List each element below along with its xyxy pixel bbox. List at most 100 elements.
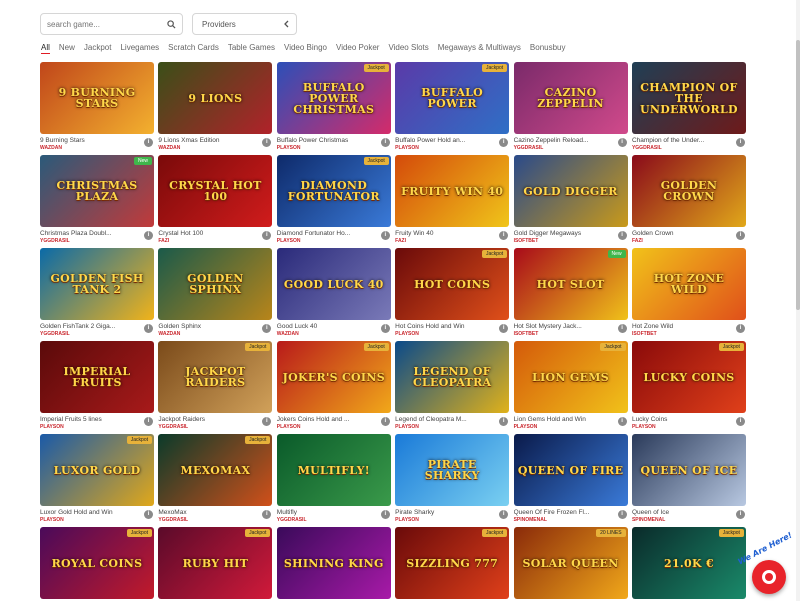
game-card[interactable]: Lion Gems Jackpot Lion Gems Hold and Win PL… <box>513 341 628 434</box>
game-card[interactable]: Buffalo Power Jackpot Buffalo Power Hold a… <box>395 62 510 155</box>
game-card[interactable]: 21.0k € Jackpot <box>631 527 746 601</box>
game-thumbnail[interactable]: Hot Coins Jackpot <box>395 248 510 320</box>
search-icon[interactable] <box>167 19 176 29</box>
game-thumbnail[interactable]: Imperial Fruits <box>40 341 154 413</box>
info-icon[interactable]: i <box>144 231 153 240</box>
game-card[interactable]: Lucky Coins Jackpot Lucky Coins PLAYSON i <box>631 341 746 434</box>
game-card[interactable]: Diamond Fortunator Jackpot Diamond Fortuna… <box>276 155 391 248</box>
game-thumbnail[interactable]: Golden Sphinx <box>158 248 273 320</box>
game-card[interactable]: Imperial Fruits Imperial Fruits 5 lines PL… <box>40 341 154 434</box>
info-icon[interactable]: i <box>617 138 627 147</box>
filter-tab-jackpot[interactable]: Jackpot <box>84 43 112 54</box>
game-card[interactable]: Gold Digger Gold Digger Megaways ISOFTBET i <box>513 155 628 248</box>
game-thumbnail[interactable]: Joker's Coins Jackpot <box>276 341 391 413</box>
game-thumbnail[interactable]: Buffalo Power Christmas Jackpot <box>276 62 391 134</box>
game-thumbnail[interactable]: Hot Zone Wild <box>631 248 746 320</box>
game-card[interactable]: Pirate Sharky Pirate Sharky PLAYSON i <box>395 434 510 527</box>
game-thumbnail[interactable]: Lion Gems Jackpot <box>513 341 628 413</box>
info-icon[interactable]: i <box>380 231 390 240</box>
info-icon[interactable]: i <box>617 231 627 240</box>
game-card[interactable]: 9 Burning Stars 9 Burning Stars WAZDAN i <box>40 62 154 155</box>
search-box[interactable] <box>40 13 183 35</box>
game-card[interactable]: Hot Coins Jackpot Hot Coins Hold and Win PL… <box>395 248 510 341</box>
game-thumbnail[interactable]: Pirate Sharky <box>395 434 510 506</box>
info-icon[interactable]: i <box>735 231 745 240</box>
game-thumbnail[interactable]: Good Luck 40 <box>276 248 391 320</box>
game-card[interactable]: Hot Zone Wild Hot Zone Wild ISOFTBET i <box>631 248 746 341</box>
info-icon[interactable]: i <box>617 324 627 333</box>
game-thumbnail[interactable]: Royal Coins Jackpot <box>40 527 154 599</box>
game-card[interactable]: Christmas Plaza New Christmas Plaza Doubl.… <box>40 155 154 248</box>
filter-tab-new[interactable]: New <box>59 43 75 54</box>
game-thumbnail[interactable]: 9 Burning Stars <box>40 62 154 134</box>
game-card[interactable]: Queen of Fire Queen Of Fire Frozen Fl... S… <box>513 434 628 527</box>
providers-dropdown[interactable]: Providers <box>192 13 297 35</box>
search-input[interactable] <box>47 19 157 29</box>
info-icon[interactable]: i <box>144 417 153 426</box>
game-thumbnail[interactable]: Luxor Gold Jackpot <box>40 434 154 506</box>
game-thumbnail[interactable]: Ruby Hit Jackpot <box>158 527 273 599</box>
game-card[interactable]: Queen of Ice Queen of Ice SPINOMENAL i <box>631 434 746 527</box>
game-card[interactable]: Fruity Win 40 Fruity Win 40 FAZI i <box>395 155 510 248</box>
game-card[interactable]: Cazino Zeppelin Cazino Zeppelin Reload...… <box>513 62 628 155</box>
game-thumbnail[interactable]: Hot Slot New <box>513 248 628 320</box>
game-thumbnail[interactable]: Champion of the Underworld <box>631 62 746 134</box>
game-card[interactable]: Luxor Gold Jackpot Luxor Gold Hold and Win… <box>40 434 154 527</box>
game-card[interactable]: Buffalo Power Christmas Jackpot Buffalo Po… <box>276 62 391 155</box>
game-card[interactable]: Ruby Hit Jackpot <box>158 527 273 601</box>
scrollbar-thumb[interactable] <box>796 40 800 310</box>
info-icon[interactable]: i <box>735 324 745 333</box>
game-card[interactable]: Joker's Coins Jackpot Jokers Coins Hold an… <box>276 341 391 434</box>
game-thumbnail[interactable]: Sizzling 777 Jackpot <box>395 527 510 599</box>
info-icon[interactable]: i <box>144 324 153 333</box>
game-thumbnail[interactable]: Legend of Cleopatra <box>395 341 510 413</box>
game-card[interactable]: Royal Coins Jackpot <box>40 527 154 601</box>
game-thumbnail[interactable]: Fruity Win 40 <box>395 155 510 227</box>
filter-tab-scratch-cards[interactable]: Scratch Cards <box>168 43 219 54</box>
game-card[interactable]: Golden Fish Tank 2 Golden FishTank 2 Giga… <box>40 248 154 341</box>
info-icon[interactable]: i <box>144 138 153 147</box>
filter-tab-video-bingo[interactable]: Video Bingo <box>284 43 327 54</box>
filter-tab-megaways-multiways[interactable]: Megaways & Multiways <box>438 43 521 54</box>
filter-tab-table-games[interactable]: Table Games <box>228 43 275 54</box>
game-card[interactable]: Solar Queen 20 LINES <box>513 527 628 601</box>
info-icon[interactable]: i <box>735 417 745 426</box>
game-thumbnail[interactable]: Gold Digger <box>513 155 628 227</box>
game-thumbnail[interactable]: Golden Fish Tank 2 <box>40 248 154 320</box>
filter-tab-all[interactable]: All <box>41 43 50 54</box>
info-icon[interactable]: i <box>735 510 745 519</box>
game-thumbnail[interactable]: Christmas Plaza New <box>40 155 154 227</box>
chat-button[interactable] <box>752 560 786 594</box>
info-icon[interactable]: i <box>144 510 153 519</box>
game-card[interactable]: MexoMax Jackpot MexoMax YGGDRASIL i <box>158 434 273 527</box>
game-thumbnail[interactable]: Diamond Fortunator Jackpot <box>276 155 391 227</box>
info-icon[interactable]: i <box>380 138 390 147</box>
game-card[interactable]: 9 Lions 9 Lions Xmas Edition WAZDAN i <box>158 62 273 155</box>
game-thumbnail[interactable]: 21.0k € Jackpot <box>631 527 746 599</box>
game-thumbnail[interactable]: Golden Crown <box>631 155 746 227</box>
game-thumbnail[interactable]: Cazino Zeppelin <box>513 62 628 134</box>
game-thumbnail[interactable]: Lucky Coins Jackpot <box>631 341 746 413</box>
game-card[interactable]: Champion of the Underworld Champion of th… <box>631 62 746 155</box>
game-thumbnail[interactable]: Queen of Ice <box>631 434 746 506</box>
game-card[interactable]: Golden Crown Golden Crown FAZI i <box>631 155 746 248</box>
info-icon[interactable]: i <box>380 324 390 333</box>
game-card[interactable]: Legend of Cleopatra Legend of Cleopatra M… <box>395 341 510 434</box>
game-thumbnail[interactable]: 9 Lions <box>158 62 273 134</box>
game-thumbnail[interactable]: Multifly! <box>276 434 391 506</box>
info-icon[interactable]: i <box>380 417 390 426</box>
info-icon[interactable]: i <box>617 510 627 519</box>
game-card[interactable]: Multifly! Multifly YGGDRASIL i <box>276 434 391 527</box>
filter-tab-bonusbuy[interactable]: Bonusbuy <box>530 43 566 54</box>
game-card[interactable]: Golden Sphinx Golden Sphinx WAZDAN i <box>158 248 273 341</box>
game-thumbnail[interactable]: MexoMax Jackpot <box>158 434 273 506</box>
game-card[interactable]: Jackpot Raiders Jackpot Jackpot Raiders YGG… <box>158 341 273 434</box>
game-card[interactable]: Shining King <box>276 527 391 601</box>
game-card[interactable]: Hot Slot New Hot Slot Mystery Jack... ISOFT… <box>513 248 628 341</box>
info-icon[interactable]: i <box>380 510 390 519</box>
game-card[interactable]: Crystal Hot 100 Crystal Hot 100 FAZI i <box>158 155 273 248</box>
game-thumbnail[interactable]: Crystal Hot 100 <box>158 155 273 227</box>
filter-tab-video-slots[interactable]: Video Slots <box>388 43 428 54</box>
filter-tab-livegames[interactable]: Livegames <box>120 43 159 54</box>
info-icon[interactable]: i <box>735 138 745 147</box>
